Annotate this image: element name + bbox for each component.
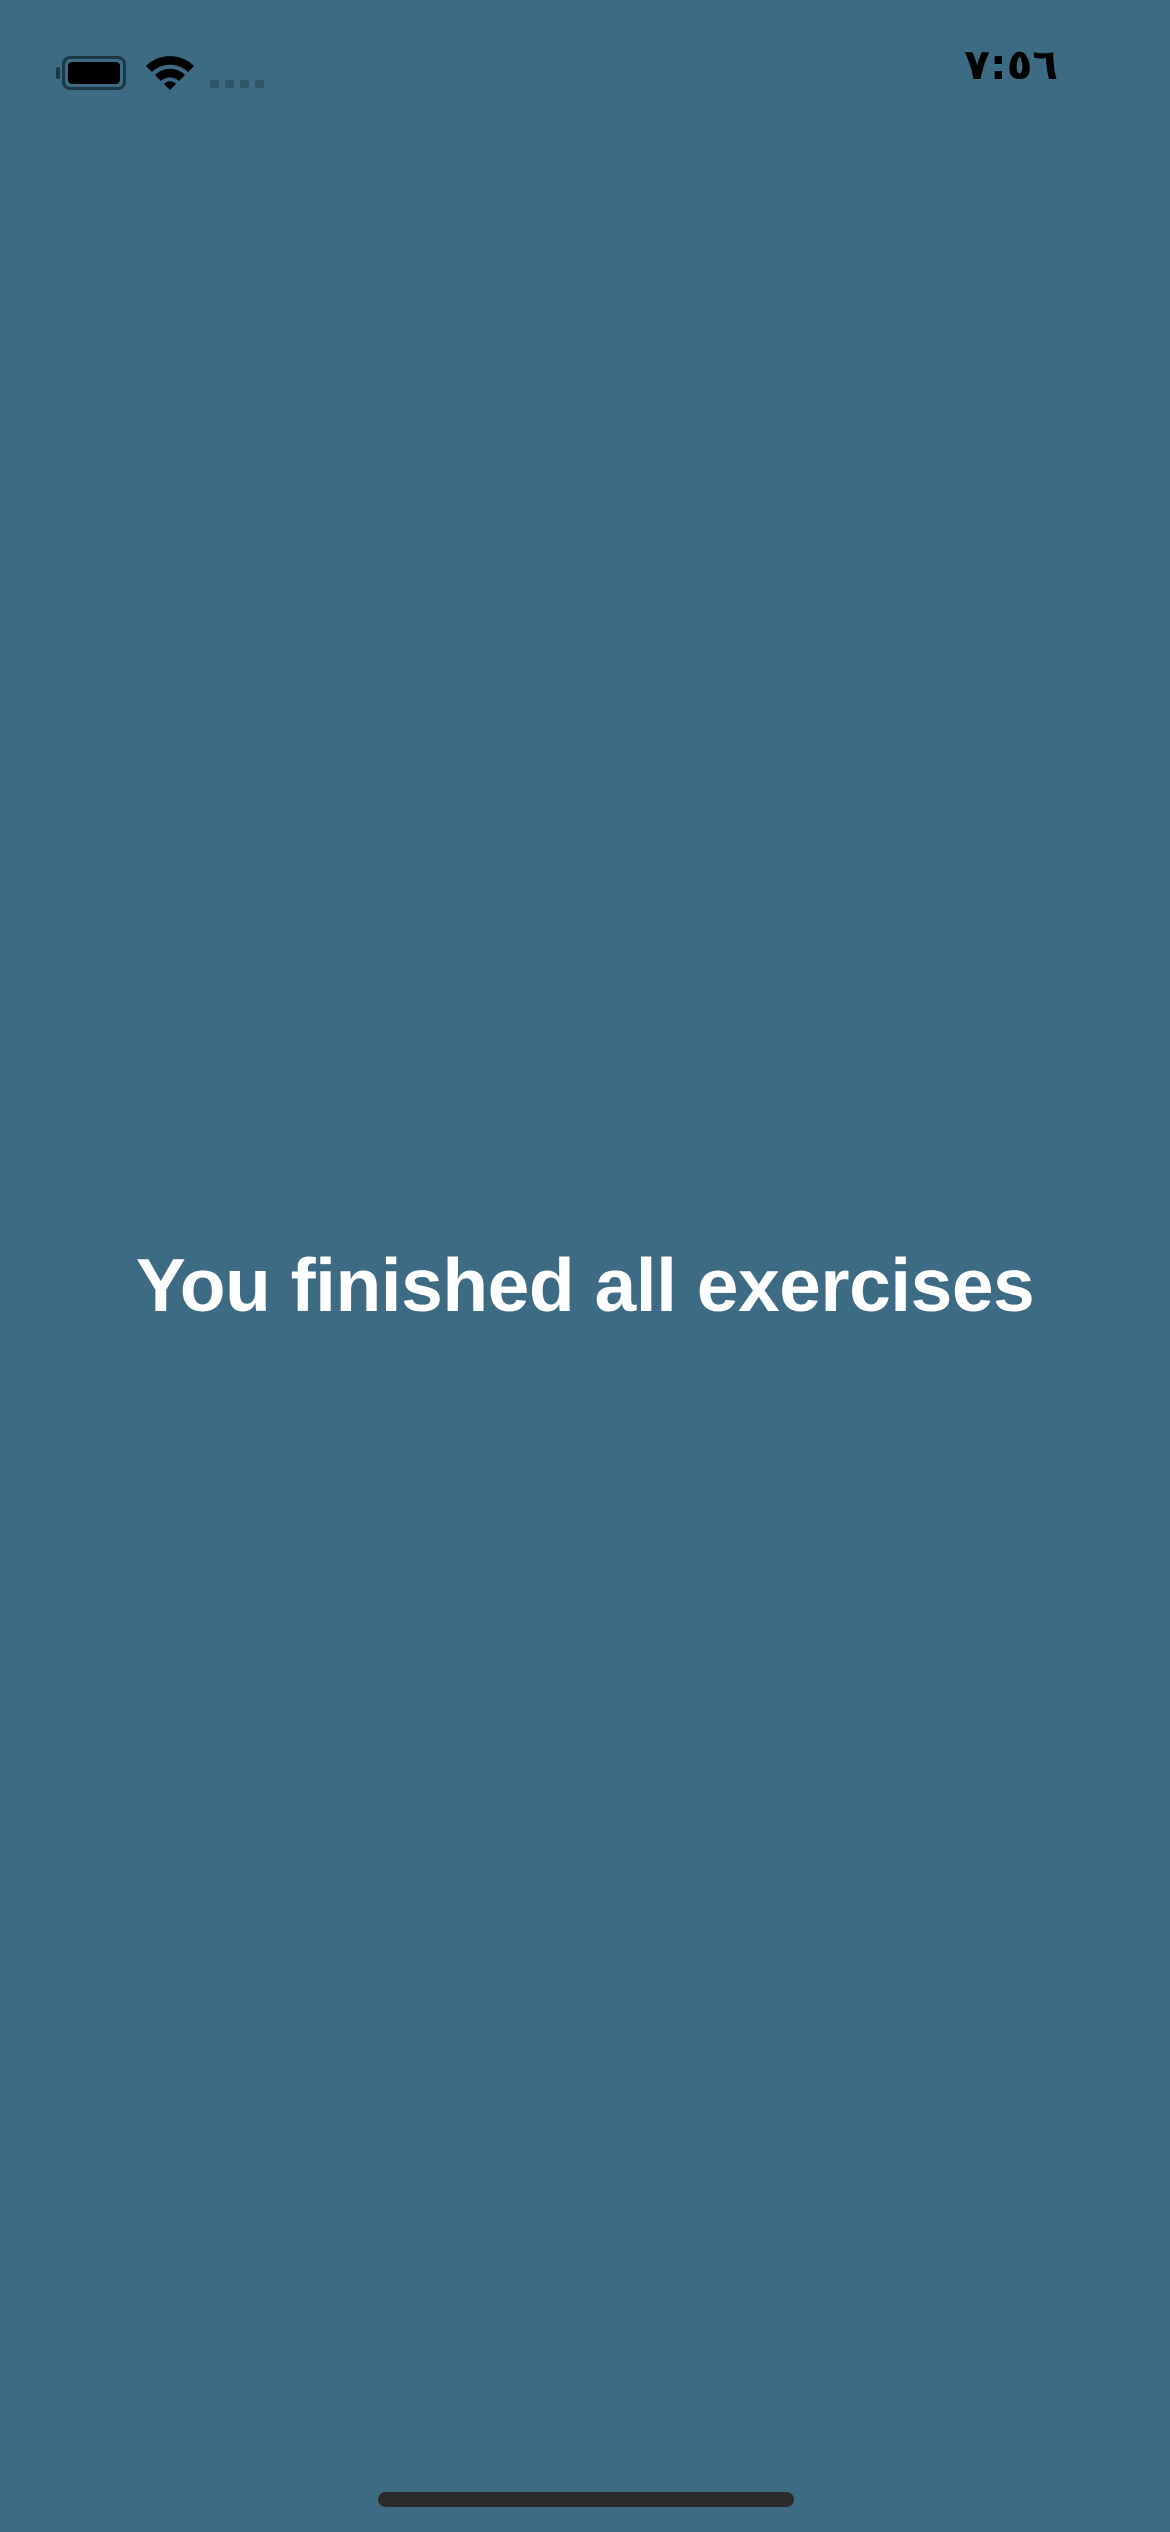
wifi-icon [146, 56, 194, 90]
status-time: ٧:٥٦ [964, 40, 1058, 89]
home-indicator[interactable] [378, 2492, 794, 2507]
status-bar: ٧:٥٦ [0, 0, 1170, 140]
completion-message: You finished all exercises [135, 1243, 1035, 1327]
battery-icon [56, 56, 130, 90]
cellular-signal-icon [210, 80, 266, 90]
app-screen: ٧:٥٦ You finished all exercises [0, 0, 1170, 2532]
